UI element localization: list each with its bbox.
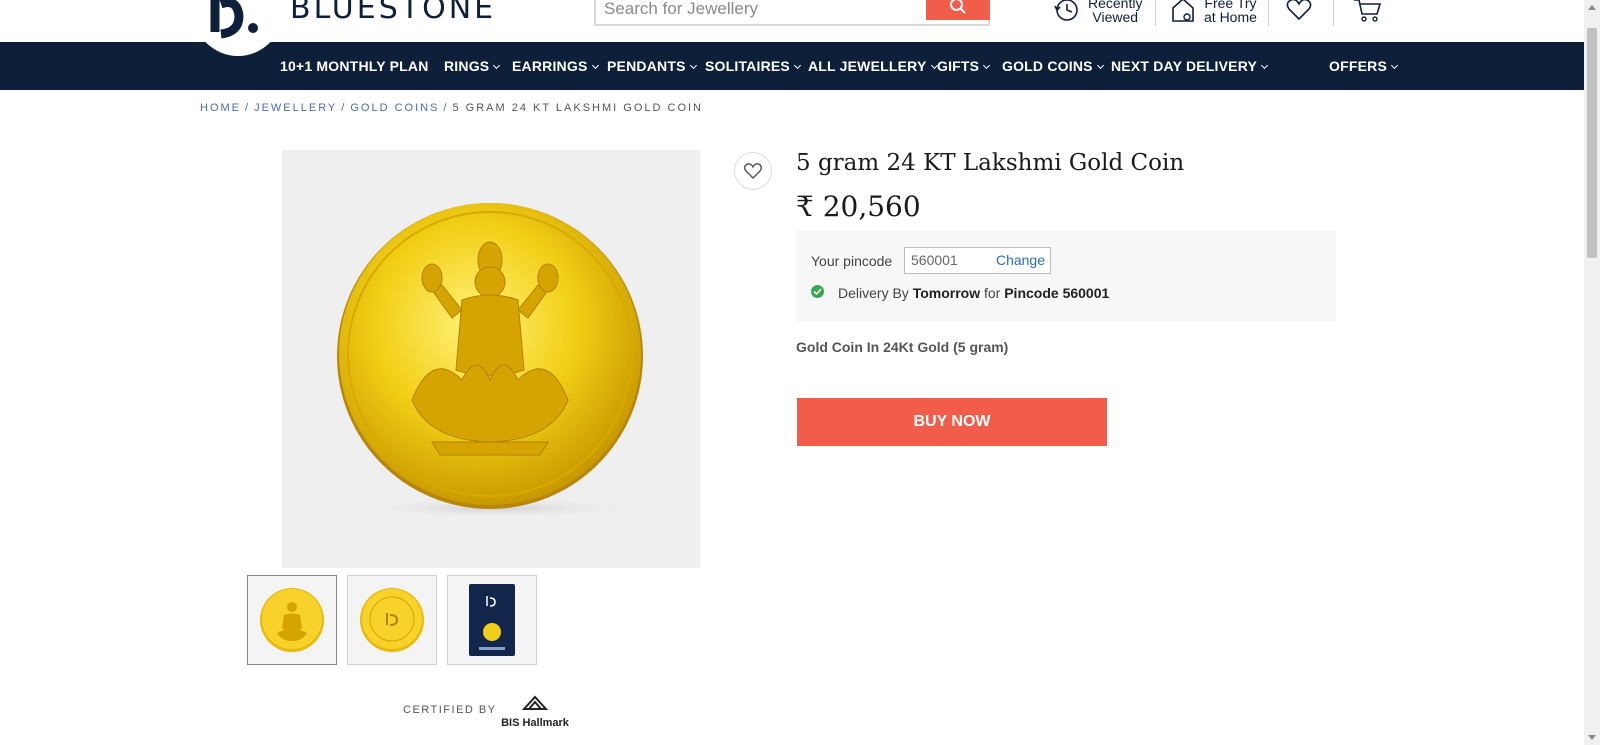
scroll-down-arrow-icon[interactable] (1588, 735, 1596, 740)
chevron-down-icon (1390, 61, 1399, 70)
coin-packaging-thumbnail (469, 584, 515, 656)
cart-link[interactable]: 0 (1352, 0, 1382, 24)
chevron-down-icon (493, 61, 501, 70)
bis-hallmark-logo: BIS Hallmark (498, 695, 572, 729)
thumbnail-front[interactable] (247, 575, 337, 665)
nav-item-rings[interactable]: RINGS (444, 42, 501, 90)
product-main-image[interactable] (282, 150, 700, 568)
nav-item-offers[interactable]: OFFERS (1329, 42, 1399, 90)
nav-item-next-day-delivery[interactable]: NEXT DAY DELIVERY (1111, 42, 1269, 90)
heart-icon (1286, 0, 1312, 21)
product-title: 5 gram 24 KT Lakshmi Gold Coin (796, 150, 1185, 176)
wishlist-link[interactable] (1286, 0, 1312, 22)
chevron-down-icon (689, 61, 697, 70)
cart-count: 0 (1370, 0, 1375, 2)
nav-item-pendants[interactable]: PENDANTS (607, 42, 697, 90)
product-price: ₹ 20,560 (796, 190, 921, 223)
breadcrumb-gold-coins[interactable]: GOLD COINS (350, 102, 439, 114)
delivery-info: Delivery By Tomorrow for Pincode 560001 (838, 285, 1110, 301)
breadcrumb-jewellery[interactable]: JEWELLERY (254, 102, 337, 114)
breadcrumb-current: 5 GRAM 24 KT LAKSHMI GOLD COIN (452, 102, 703, 114)
nav-item-all-jewellery[interactable]: ALL JEWELLERY (808, 42, 938, 90)
thumbnail-back[interactable] (347, 575, 437, 665)
recently-viewed-link[interactable]: Recently Viewed (1052, 0, 1142, 24)
breadcrumb-home[interactable]: HOME (200, 102, 241, 114)
recently-viewed-label: Recently Viewed (1088, 0, 1143, 25)
chevron-down-icon (983, 61, 991, 70)
gold-coin-image (337, 203, 647, 518)
heart-icon (743, 163, 763, 179)
coin-front-thumbnail (260, 588, 324, 652)
check-circle-icon (811, 285, 824, 298)
search-icon (950, 0, 966, 14)
search-bar (594, 0, 990, 26)
nav-item-gold-coins[interactable]: GOLD COINS (1002, 42, 1104, 90)
header-divider (1333, 0, 1334, 26)
nav-item-earrings[interactable]: EARRINGS (512, 42, 599, 90)
scroll-up-arrow-icon[interactable] (1588, 5, 1596, 10)
coin-back-thumbnail (360, 588, 424, 652)
home-icon (1172, 0, 1194, 22)
certified-by-label: CERTIFIED BY (403, 704, 497, 716)
change-pincode-link[interactable]: Change (996, 252, 1045, 268)
nav-item-solitaires[interactable]: SOLITAIRES (705, 42, 802, 90)
add-to-wishlist-button[interactable] (734, 152, 772, 190)
free-try-at-home-link[interactable]: Free Try at Home (1170, 0, 1257, 24)
thumbnail-packaging[interactable] (447, 575, 537, 665)
header-divider (1268, 0, 1269, 26)
nav-item-gifts[interactable]: GIFTS (937, 42, 991, 90)
chevron-down-icon (591, 61, 599, 70)
brand-name[interactable]: BLUESTONE (290, 0, 496, 26)
header-divider (1155, 0, 1156, 26)
chevron-down-icon (1261, 61, 1269, 70)
scrollbar-thumb[interactable] (1587, 28, 1597, 258)
product-description: Gold Coin In 24Kt Gold (5 gram) (796, 339, 1009, 355)
pincode-value: 560001 (911, 252, 958, 268)
delivery-panel: Your pincode 560001 Change Delivery By T… (796, 230, 1336, 322)
bluestone-logo-icon[interactable] (207, 0, 267, 44)
bis-hallmark-icon (521, 695, 549, 710)
site-header: BLUESTONE Recently Viewed Free Try at (0, 0, 1584, 56)
nav-item-monthly-plan[interactable]: 10+1 MONTHLY PLAN (280, 42, 429, 90)
breadcrumb: HOME / JEWELLERY / GOLD COINS/5 GRAM 24 KT L… (200, 102, 703, 114)
buy-now-button[interactable]: BUY NOW (797, 398, 1107, 446)
chevron-down-icon (1096, 61, 1104, 70)
chevron-down-icon (793, 61, 802, 70)
free-try-label: Free Try at Home (1204, 0, 1257, 25)
cart-icon: 0 (1354, 0, 1382, 22)
pincode-label: Your pincode (811, 253, 893, 269)
search-button[interactable] (926, 0, 990, 20)
search-input[interactable] (604, 0, 914, 20)
page-scrollbar[interactable] (1584, 0, 1600, 745)
history-icon (1054, 0, 1078, 21)
pincode-field[interactable]: 560001 Change (904, 247, 1051, 274)
